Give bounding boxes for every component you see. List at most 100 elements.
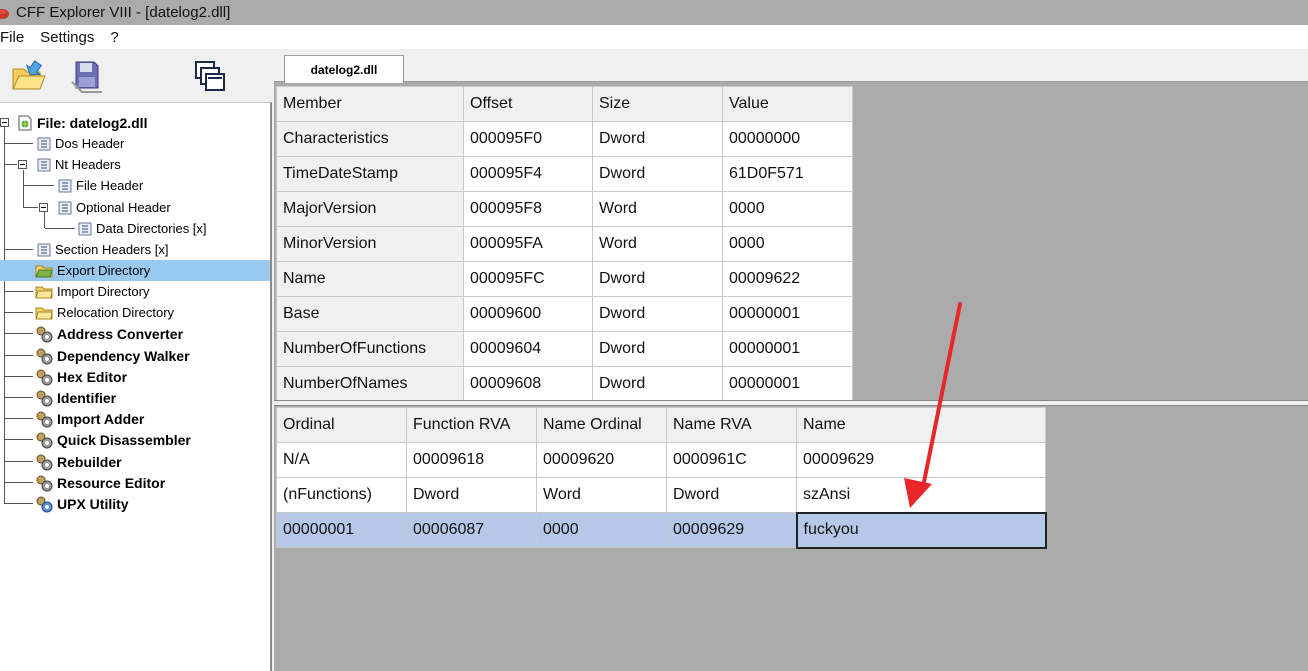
tree-item-resource-editor[interactable]: Resource Editor: [35, 472, 165, 493]
export-cell[interactable]: 00000001: [722, 296, 853, 332]
tree-root-file[interactable]: File: datelog2.dll: [17, 112, 147, 133]
export-cell[interactable]: Word: [592, 191, 723, 227]
header-doc-icon: [37, 243, 51, 256]
tree-item-data-directories[interactable]: Data Directories [x]: [78, 218, 207, 239]
table-row[interactable]: (nFunctions) Dword Word Dword szAnsi: [276, 477, 1046, 513]
table-row[interactable]: N/A 00009618 00009620 0000961C 00009629: [276, 442, 1046, 478]
tool-gears-icon: [36, 475, 53, 491]
tree-item-export-directory[interactable]: Export Directory: [0, 260, 270, 281]
functions-cell[interactable]: N/A: [276, 442, 407, 478]
export-cell[interactable]: NumberOfFunctions: [276, 331, 464, 367]
export-cell[interactable]: Dword: [592, 121, 723, 157]
table-row[interactable]: MinorVersion 000095FA Word 0000: [276, 226, 853, 262]
functions-cell[interactable]: 00009629: [796, 442, 1046, 478]
export-cell[interactable]: 000095FA: [463, 226, 593, 262]
export-cell[interactable]: Dword: [592, 331, 723, 367]
export-cell[interactable]: Dword: [592, 261, 723, 297]
export-cell[interactable]: 00009608: [463, 366, 593, 402]
tree-item-nt-headers[interactable]: Nt Headers: [37, 154, 121, 175]
export-cell[interactable]: Dword: [592, 156, 723, 192]
functions-column-header[interactable]: Name RVA: [666, 407, 797, 443]
tree-item-rebuilder[interactable]: Rebuilder: [35, 451, 122, 472]
functions-column-header[interactable]: Name Ordinal: [536, 407, 667, 443]
export-cell[interactable]: Dword: [592, 366, 723, 402]
export-cell[interactable]: MinorVersion: [276, 226, 464, 262]
tab-datelog2-dll[interactable]: datelog2.dll: [284, 55, 404, 83]
export-cell[interactable]: 00000001: [722, 366, 853, 402]
export-cell[interactable]: 00000000: [722, 121, 853, 157]
tree-item-file-header[interactable]: File Header: [58, 175, 143, 196]
functions-cell[interactable]: Word: [536, 477, 667, 513]
export-cell[interactable]: 00009622: [722, 261, 853, 297]
functions-cell[interactable]: 00009620: [536, 442, 667, 478]
tree-item-identifier[interactable]: Identifier: [35, 387, 116, 408]
table-row[interactable]: NumberOfNames 00009608 Dword 00000001: [276, 366, 853, 402]
tree-item-import-directory[interactable]: Import Directory: [35, 281, 149, 302]
collapse-nt-headers-toggle[interactable]: [18, 160, 27, 169]
save-file-button[interactable]: [66, 57, 106, 95]
export-cell[interactable]: Base: [276, 296, 464, 332]
export-cell[interactable]: 0000: [722, 191, 853, 227]
functions-cell[interactable]: 00009618: [406, 442, 537, 478]
menu-help[interactable]: ?: [104, 29, 124, 46]
export-cell[interactable]: Word: [592, 226, 723, 262]
tree-item-upx-utility[interactable]: UPX Utility: [35, 493, 129, 514]
functions-cell[interactable]: 0000: [536, 512, 667, 548]
export-cell[interactable]: MajorVersion: [276, 191, 464, 227]
collapse-optional-header-toggle[interactable]: [39, 203, 48, 212]
tree-item-dependency-walker[interactable]: Dependency Walker: [35, 345, 190, 366]
menu-file[interactable]: File: [0, 29, 30, 46]
export-cell[interactable]: 61D0F571: [722, 156, 853, 192]
export-column-header[interactable]: Offset: [463, 86, 593, 122]
functions-cell[interactable]: fuckyou: [795, 511, 1047, 549]
export-cell[interactable]: Dword: [592, 296, 723, 332]
export-cell[interactable]: NumberOfNames: [276, 366, 464, 402]
functions-cell[interactable]: 00006087: [406, 512, 537, 548]
export-cell[interactable]: 00009604: [463, 331, 593, 367]
export-column-header[interactable]: Value: [722, 86, 853, 122]
tree-item-relocation-directory[interactable]: Relocation Directory: [35, 302, 174, 323]
export-cell[interactable]: 0000: [722, 226, 853, 262]
table-row[interactable]: Characteristics 000095F0 Dword 00000000: [276, 121, 853, 157]
functions-cell[interactable]: (nFunctions): [276, 477, 407, 513]
tree-item-import-adder[interactable]: Import Adder: [35, 408, 144, 429]
pane-splitter[interactable]: [274, 400, 1308, 406]
export-cell[interactable]: 000095FC: [463, 261, 593, 297]
export-cell[interactable]: TimeDateStamp: [276, 156, 464, 192]
export-cell[interactable]: Name: [276, 261, 464, 297]
export-column-header[interactable]: Member: [276, 86, 464, 122]
export-cell[interactable]: 000095F8: [463, 191, 593, 227]
functions-cell[interactable]: 00009629: [666, 512, 797, 548]
functions-cell[interactable]: Dword: [666, 477, 797, 513]
functions-cell[interactable]: Dword: [406, 477, 537, 513]
functions-column-header[interactable]: Function RVA: [406, 407, 537, 443]
functions-cell[interactable]: 00000001: [276, 512, 407, 548]
open-file-button[interactable]: [8, 57, 48, 95]
tree-item-section-headers[interactable]: Section Headers [x]: [37, 239, 168, 260]
collapse-root-toggle[interactable]: [0, 118, 9, 127]
functions-column-header[interactable]: Name: [796, 407, 1046, 443]
export-cell[interactable]: Characteristics: [276, 121, 464, 157]
window-title: CFF Explorer VIII - [datelog2.dll]: [16, 4, 231, 21]
tree-item-hex-editor[interactable]: Hex Editor: [35, 366, 127, 387]
export-cell[interactable]: 000095F4: [463, 156, 593, 192]
table-row[interactable]: 00000001 00006087 0000 00009629 fuckyou: [276, 511, 1047, 549]
functions-cell[interactable]: szAnsi: [796, 477, 1046, 513]
export-cell[interactable]: 00000001: [722, 331, 853, 367]
tree-item-quick-disassembler[interactable]: Quick Disassembler: [35, 429, 191, 450]
export-cell[interactable]: 00009600: [463, 296, 593, 332]
table-row[interactable]: MajorVersion 000095F8 Word 0000: [276, 191, 853, 227]
table-row[interactable]: Base 00009600 Dword 00000001: [276, 296, 853, 332]
functions-cell[interactable]: 0000961C: [666, 442, 797, 478]
export-column-header[interactable]: Size: [592, 86, 723, 122]
table-row[interactable]: NumberOfFunctions 00009604 Dword 00000001: [276, 331, 853, 367]
table-row[interactable]: TimeDateStamp 000095F4 Dword 61D0F571: [276, 156, 853, 192]
tree-item-address-converter[interactable]: Address Converter: [35, 323, 183, 344]
tree-item-dos-header[interactable]: Dos Header: [37, 133, 124, 154]
functions-column-header[interactable]: Ordinal: [276, 407, 407, 443]
menu-settings[interactable]: Settings: [34, 29, 100, 46]
tree-item-optional-header[interactable]: Optional Header: [58, 197, 171, 218]
windows-button[interactable]: [190, 57, 230, 95]
table-row[interactable]: Name 000095FC Dword 00009622: [276, 261, 853, 297]
export-cell[interactable]: 000095F0: [463, 121, 593, 157]
